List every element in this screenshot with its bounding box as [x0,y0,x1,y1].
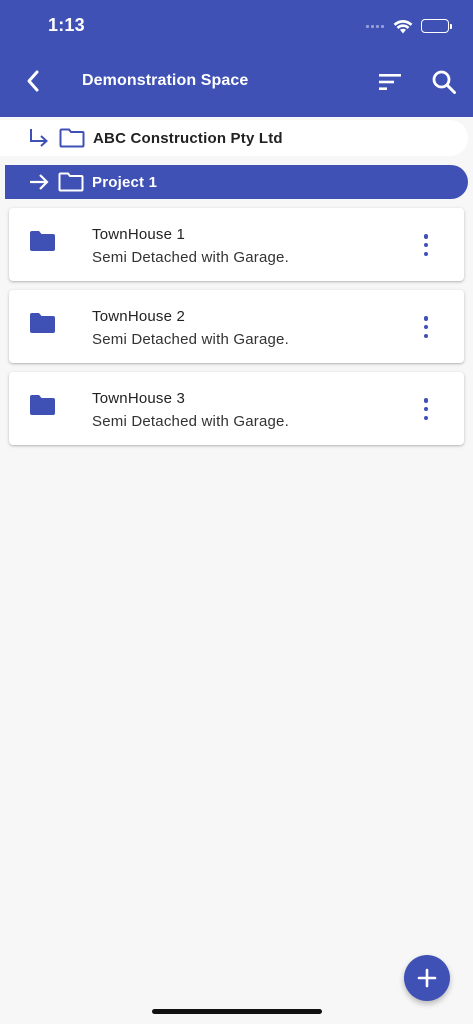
cellular-signal-icon [366,24,384,28]
list-item-subtitle: Semi Detached with Garage. [92,413,289,430]
status-time: 1:13 [48,15,85,35]
list-item-subtitle: Semi Detached with Garage. [92,249,289,266]
battery-icon [421,19,452,33]
list-item-subtitle: Semi Detached with Garage. [92,331,289,348]
folder-icon [30,395,55,415]
sort-icon [379,74,401,90]
list-item-title: TownHouse 3 [92,390,186,407]
more-vert-icon[interactable] [418,396,434,422]
folder-outline-icon [59,128,85,148]
subdirectory-arrow-icon [30,129,48,147]
list-item[interactable]: TownHouse 3 Semi Detached with Garage. [9,372,464,445]
home-indicator [152,1009,322,1014]
list-item-title: TownHouse 1 [92,226,186,243]
page-title: Demonstration Space [82,72,249,89]
folder-icon [30,231,55,251]
breadcrumb-current-label: Project 1 [92,173,158,191]
list-item[interactable]: TownHouse 1 Semi Detached with Garage. [9,208,464,281]
search-button[interactable] [428,66,460,98]
arrow-right-icon [30,174,49,190]
add-button[interactable] [404,955,450,1001]
app-bar: 1:13 Demonstration Space [0,0,473,117]
breadcrumb-current[interactable]: Project 1 [5,165,468,199]
folder-outline-icon [58,172,84,192]
wifi-icon [393,19,413,33]
search-icon [432,70,456,94]
plus-icon [417,968,437,988]
sort-button[interactable] [374,67,406,97]
breadcrumb-parent-label: ABC Construction Pty Ltd [93,129,283,147]
more-vert-icon[interactable] [418,314,434,340]
list-item-title: TownHouse 2 [92,308,186,325]
status-indicators [366,16,452,36]
folder-icon [30,313,55,333]
back-button[interactable] [18,66,48,96]
more-vert-icon[interactable] [418,232,434,258]
screen: 1:13 Demonstration Space ABC Constructio… [0,0,473,1024]
breadcrumb-parent[interactable]: ABC Construction Pty Ltd [0,120,468,156]
chevron-left-icon [27,70,39,92]
list-item[interactable]: TownHouse 2 Semi Detached with Garage. [9,290,464,363]
